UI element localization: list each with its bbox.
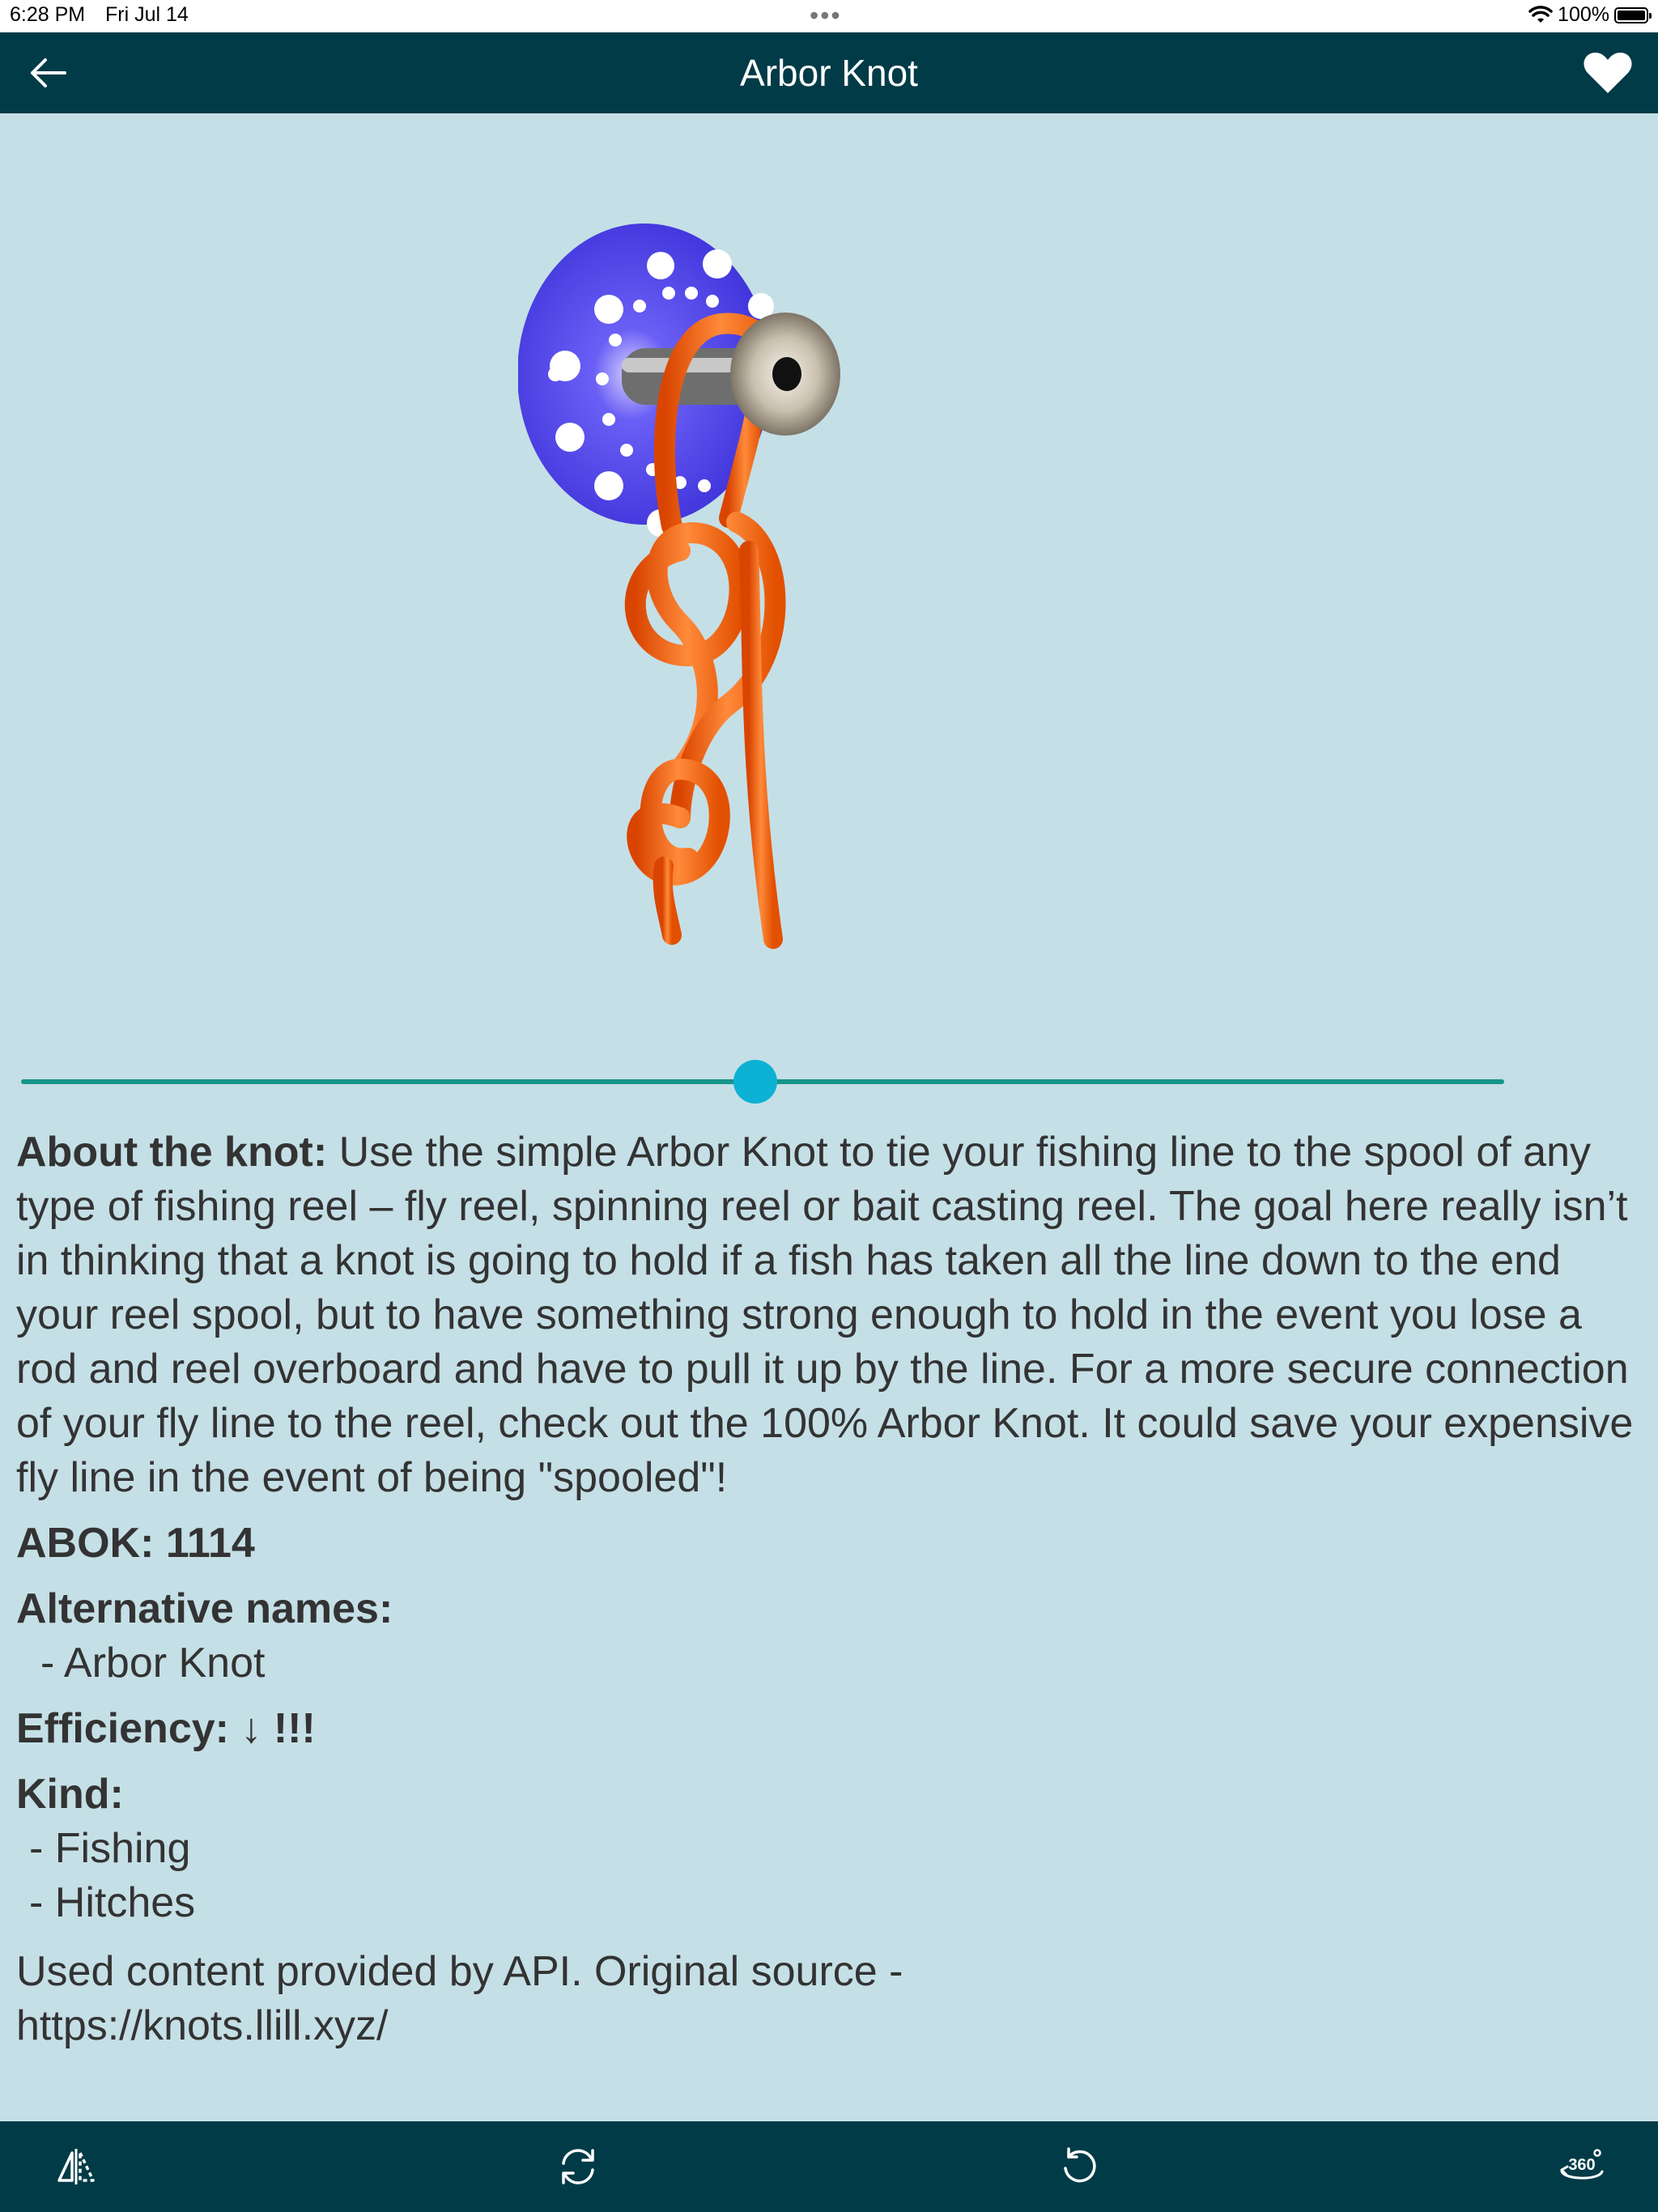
battery-level <box>1618 10 1645 20</box>
alternative-name-item: - Arbor Knot <box>40 1640 266 1687</box>
bottom-toolbar: 360 <box>0 2121 1658 2212</box>
kind-item: - Fishing <box>29 1825 191 1872</box>
alternative-names-section: Alternative names: - Arbor Knot <box>16 1582 1643 1691</box>
replay-button[interactable] <box>552 2141 604 2193</box>
kind-label: Kind: <box>16 1771 124 1818</box>
alternative-names-label: Alternative names: <box>16 1585 393 1632</box>
mirror-button[interactable] <box>50 2141 102 2193</box>
heart-icon <box>1584 53 1632 93</box>
rotate-icon <box>1064 2147 1096 2183</box>
efficiency-rating: Efficiency: ↓ !!! <box>16 1705 316 1752</box>
status-time: 6:28 PM <box>10 3 86 26</box>
svg-text:360: 360 <box>1568 2156 1595 2174</box>
battery-icon <box>1614 6 1652 23</box>
refresh-icon <box>562 2149 594 2184</box>
view-360-button[interactable]: 360 <box>1556 2141 1608 2193</box>
rotate-button[interactable] <box>1054 2141 1106 2193</box>
animation-progress-slider[interactable] <box>21 1057 1504 1105</box>
navigation-bar: Arbor Knot <box>0 32 1658 113</box>
favorite-button[interactable] <box>1580 49 1635 97</box>
knot-details: About the knot: Use the simple Arbor Kno… <box>16 1125 1643 2053</box>
status-date: Fri Jul 14 <box>105 3 189 26</box>
status-indicators: 100% <box>1528 3 1652 27</box>
kind-item: - Hitches <box>29 1879 196 1926</box>
kind-section: Kind: - Fishing - Hitches <box>16 1767 1643 1930</box>
view-360-icon: 360 <box>1560 2149 1604 2180</box>
about-text: Use the simple Arbor Knot to tie your fi… <box>16 1129 1634 1501</box>
source-link[interactable]: https://knots.llill.xyz/ <box>16 1999 1643 2053</box>
credit-text: Used content provided by API. Original s… <box>16 1948 903 1995</box>
mirror-icon <box>57 2149 95 2184</box>
about-paragraph: About the knot: Use the simple Arbor Kno… <box>16 1125 1643 1505</box>
status-bar: 6:28 PM Fri Jul 14 ••• 100% <box>0 0 1658 32</box>
multitasking-dots-icon[interactable]: ••• <box>810 0 842 31</box>
about-label: About the knot: <box>16 1129 328 1176</box>
battery-percentage: 100% <box>1558 3 1609 26</box>
abok-number: ABOK: 1114 <box>16 1520 255 1567</box>
source-credit: Used content provided by API. Original s… <box>16 1945 1643 2053</box>
wifi-icon <box>1528 5 1553 23</box>
slider-thumb[interactable] <box>733 1060 777 1104</box>
knot-animation-image <box>518 223 840 949</box>
page-title: Arbor Knot <box>740 52 918 94</box>
